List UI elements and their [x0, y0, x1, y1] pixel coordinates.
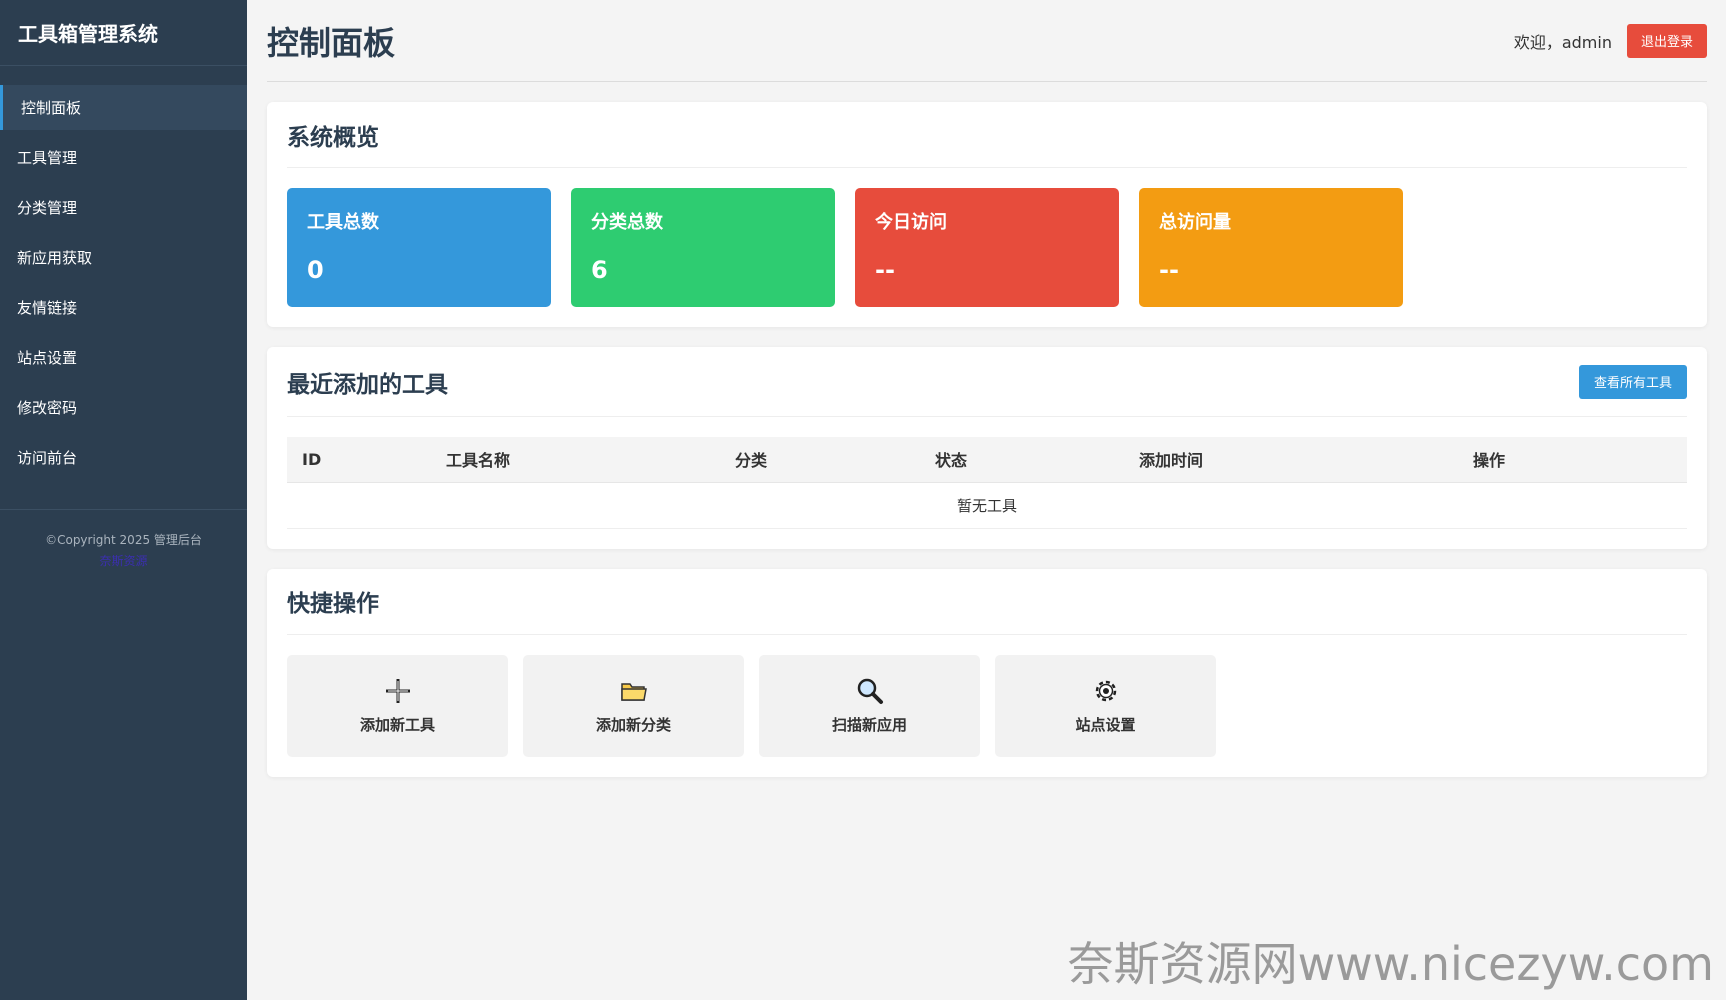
watermark: 奈斯资源网www.nicezyw.com — [1067, 937, 1714, 991]
copyright-text: ©Copyright 2025 管理后台 — [45, 533, 202, 547]
table-row: 暂无工具 — [287, 482, 1687, 529]
sidebar-item-categories[interactable]: 分类管理 — [0, 185, 247, 230]
brand-title: 工具箱管理系统 — [0, 0, 247, 66]
search-icon — [855, 676, 885, 706]
overview-card: 系统概览 工具总数 0 分类总数 6 今日访问 -- 总访问量 -- — [267, 102, 1707, 327]
topbar: 控制面板 欢迎，admin 退出登录 — [267, 0, 1707, 82]
sidebar-item-site-settings[interactable]: 站点设置 — [0, 335, 247, 380]
site-settings-button[interactable]: 站点设置 — [995, 654, 1216, 757]
column-header-category: 分类 — [651, 437, 851, 483]
stat-label: 总访问量 — [1159, 212, 1231, 233]
stat-label: 分类总数 — [591, 212, 663, 233]
overview-title: 系统概览 — [287, 124, 379, 151]
quick-action-label: 添加新工具 — [359, 716, 435, 734]
recent-tools-table: ID 工具名称 分类 状态 添加时间 操作 暂无工具 — [287, 437, 1687, 529]
column-header-added-time: 添加时间 — [1051, 437, 1291, 483]
logout-button[interactable]: 退出登录 — [1626, 23, 1707, 58]
recent-tools-header: 最近添加的工具 查看所有工具 — [287, 347, 1687, 417]
column-header-actions: 操作 — [1291, 437, 1687, 483]
sidebar-item-tools[interactable]: 工具管理 — [0, 135, 247, 180]
copyright-link[interactable]: 奈斯资源 — [99, 554, 147, 568]
stat-value: 0 — [307, 256, 324, 284]
sidebar-item-links[interactable]: 友情链接 — [0, 285, 247, 330]
plus-icon — [383, 676, 413, 706]
stat-label: 今日访问 — [875, 212, 947, 233]
column-header-id: ID — [287, 437, 431, 483]
stat-value: -- — [1159, 256, 1179, 284]
column-header-name: 工具名称 — [431, 437, 651, 483]
stats-row: 工具总数 0 分类总数 6 今日访问 -- 总访问量 -- — [287, 188, 1687, 307]
empty-message: 暂无工具 — [287, 482, 1687, 529]
scan-apps-button[interactable]: 扫描新应用 — [759, 654, 980, 757]
sidebar-item-dashboard[interactable]: 控制面板 — [0, 85, 247, 130]
quick-action-label: 扫描新应用 — [831, 716, 907, 734]
quick-actions-header: 快捷操作 — [287, 569, 1687, 635]
stat-value: 6 — [591, 256, 608, 284]
stat-value: -- — [875, 256, 895, 284]
main-content: 控制面板 欢迎，admin 退出登录 系统概览 工具总数 0 分类总数 6 今日… — [267, 0, 1707, 777]
stat-label: 工具总数 — [307, 212, 379, 233]
quick-action-label: 添加新分类 — [595, 716, 671, 734]
gear-icon — [1091, 676, 1121, 706]
recent-tools-title: 最近添加的工具 — [287, 371, 448, 398]
user-area: 欢迎，admin 退出登录 — [1513, 23, 1707, 58]
welcome-text: 欢迎，admin — [1513, 32, 1612, 52]
quick-action-label: 站点设置 — [1075, 716, 1136, 734]
quick-actions-row: 添加新工具 添加新分类 扫描新应用 站点设置 — [287, 654, 1687, 757]
stat-card-total-visits: 总访问量 -- — [1139, 188, 1403, 307]
stat-card-categories: 分类总数 6 — [571, 188, 835, 307]
quick-actions-title: 快捷操作 — [287, 591, 379, 617]
sidebar-item-password[interactable]: 修改密码 — [0, 385, 247, 430]
folder-icon — [619, 676, 649, 706]
column-header-status: 状态 — [851, 437, 1051, 483]
add-category-button[interactable]: 添加新分类 — [523, 654, 744, 757]
sidebar-nav: 控制面板 工具管理 分类管理 新应用获取 友情链接 站点设置 修改密码 访问前台 — [0, 85, 247, 510]
sidebar-item-frontend[interactable]: 访问前台 — [0, 435, 247, 480]
quick-actions-card: 快捷操作 添加新工具 添加新分类 扫描新应用 站点设置 — [267, 568, 1707, 777]
view-all-tools-button[interactable]: 查看所有工具 — [1578, 364, 1687, 399]
recent-tools-card: 最近添加的工具 查看所有工具 ID 工具名称 分类 状态 添加时间 操作 暂无工… — [267, 347, 1707, 549]
copyright: ©Copyright 2025 管理后台 奈斯资源 — [0, 530, 247, 572]
sidebar: 工具箱管理系统 控制面板 工具管理 分类管理 新应用获取 友情链接 站点设置 修… — [0, 0, 247, 1000]
table-header-row: ID 工具名称 分类 状态 添加时间 操作 — [287, 437, 1687, 483]
page-title: 控制面板 — [267, 23, 396, 62]
add-tool-button[interactable]: 添加新工具 — [287, 654, 508, 757]
stat-card-today-visits: 今日访问 -- — [855, 188, 1119, 307]
sidebar-item-new-apps[interactable]: 新应用获取 — [0, 235, 247, 280]
overview-header: 系统概览 — [287, 102, 1687, 168]
stat-card-tools: 工具总数 0 — [287, 188, 551, 307]
